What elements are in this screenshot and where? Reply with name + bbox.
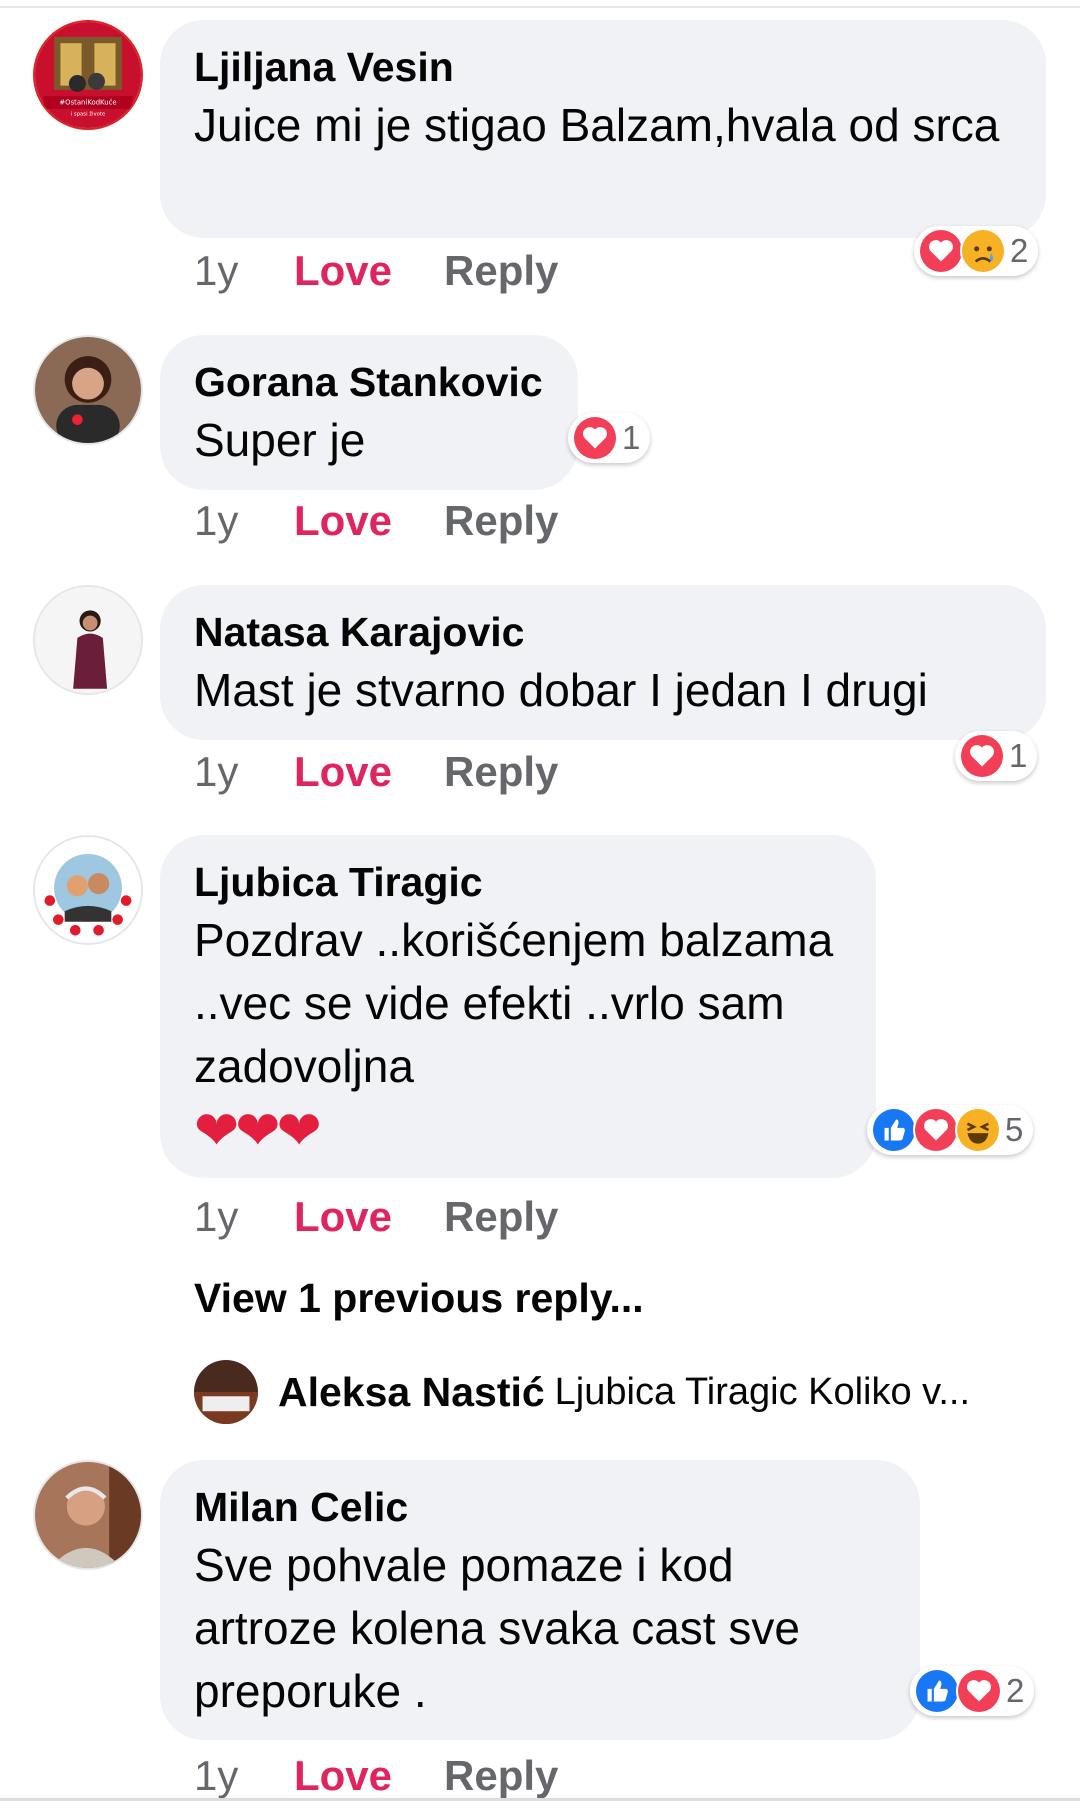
comment-bubble[interactable]: Milan Celic Sve pohvale pomaze i kod art…: [160, 1460, 920, 1740]
love-button[interactable]: Love: [294, 748, 444, 796]
avatar-badge-subtext: i spasi živote: [71, 110, 105, 117]
comment-actions: 1y Love Reply: [194, 497, 558, 545]
comment-text: Super je: [194, 414, 366, 466]
like-reaction-icon: [914, 1668, 960, 1714]
avatar[interactable]: [33, 835, 143, 945]
comment-actions: 1y Love Reply: [194, 1752, 558, 1800]
comment-author[interactable]: Ljubica Tiragic: [194, 857, 842, 907]
love-button[interactable]: Love: [294, 497, 444, 545]
comment-timestamp[interactable]: 1y: [194, 247, 294, 295]
reaction-count: 2: [1010, 232, 1029, 269]
comment-actions: 1y Love Reply: [194, 1193, 558, 1241]
view-previous-replies-link[interactable]: View 1 previous reply...: [194, 1275, 644, 1322]
love-reaction-icon: [956, 1668, 1002, 1714]
reply-button[interactable]: Reply: [444, 247, 558, 295]
reply-preview[interactable]: Aleksa Nastić Ljubica Tiragic Koliko v..…: [194, 1360, 1024, 1424]
comment-bubble[interactable]: Ljubica Tiragic Pozdrav ..korišćenjem ba…: [160, 835, 876, 1178]
avatar-badge-text: #OstaniKodKuće: [59, 99, 116, 107]
avatar[interactable]: [33, 335, 143, 445]
reaction-summary[interactable]: 1: [568, 413, 651, 463]
like-reaction-icon: [871, 1107, 917, 1153]
reaction-count: 5: [1005, 1111, 1024, 1148]
love-reaction-icon: [959, 733, 1005, 779]
love-button[interactable]: Love: [294, 247, 444, 295]
comment-timestamp[interactable]: 1y: [194, 497, 294, 545]
avatar[interactable]: [33, 1460, 143, 1570]
comment-text: Pozdrav ..korišćenjem balzama ..vec se v…: [194, 914, 834, 1092]
comment-author[interactable]: Ljiljana Vesin: [194, 42, 1012, 92]
comment-text: Sve pohvale pomaze i kod artroze kolena …: [194, 1539, 800, 1717]
comment-timestamp[interactable]: 1y: [194, 1752, 294, 1800]
reply-button[interactable]: Reply: [444, 497, 558, 545]
reply-button[interactable]: Reply: [444, 748, 558, 796]
reply-button[interactable]: Reply: [444, 1752, 558, 1800]
bottom-divider: [0, 1798, 1080, 1801]
reply-author[interactable]: Aleksa Nastić: [278, 1369, 545, 1416]
comment-author[interactable]: Natasa Karajovic: [194, 607, 1012, 657]
love-button[interactable]: Love: [294, 1752, 444, 1800]
reply-button[interactable]: Reply: [444, 1193, 558, 1241]
comment-actions: 1y Love Reply: [194, 748, 558, 796]
comment-text: Juice mi je stigao Balzam,hvala od srca: [194, 99, 1000, 151]
love-button[interactable]: Love: [294, 1193, 444, 1241]
reaction-count: 1: [622, 419, 641, 456]
comment-actions: 1y Love Reply: [194, 247, 558, 295]
reaction-summary[interactable]: 2: [910, 1666, 1035, 1716]
reaction-count: 2: [1006, 1672, 1025, 1709]
comment-bubble[interactable]: Gorana Stankovic Super je: [160, 335, 578, 490]
reply-text-preview: Ljubica Tiragic Koliko v...: [554, 1370, 971, 1413]
haha-reaction-icon: [955, 1107, 1001, 1153]
reaction-count: 1: [1009, 737, 1028, 774]
reaction-summary[interactable]: 1: [955, 731, 1038, 781]
comment-text: Mast je stvarno dobar I jedan I drugi: [194, 664, 928, 716]
sad-reaction-icon: [960, 228, 1006, 274]
comment-bubble[interactable]: Natasa Karajovic Mast je stvarno dobar I…: [160, 585, 1046, 740]
reply-avatar[interactable]: [194, 1360, 258, 1424]
love-reaction-icon: [918, 228, 964, 274]
top-divider: [0, 6, 1080, 8]
love-reaction-icon: [572, 415, 618, 461]
comment-author[interactable]: Milan Celic: [194, 1482, 886, 1532]
avatar[interactable]: #OstaniKodKuće i spasi živote: [33, 20, 143, 130]
reaction-summary[interactable]: 5: [867, 1105, 1034, 1155]
love-reaction-icon: [913, 1107, 959, 1153]
comment-author[interactable]: Gorana Stankovic: [194, 357, 544, 407]
comment-timestamp[interactable]: 1y: [194, 1193, 294, 1241]
avatar[interactable]: [33, 585, 143, 695]
heart-emoji: ❤❤❤: [194, 1101, 322, 1161]
comment-timestamp[interactable]: 1y: [194, 748, 294, 796]
reaction-summary[interactable]: 2: [914, 226, 1039, 276]
comment-bubble[interactable]: Ljiljana Vesin Juice mi je stigao Balzam…: [160, 20, 1046, 238]
